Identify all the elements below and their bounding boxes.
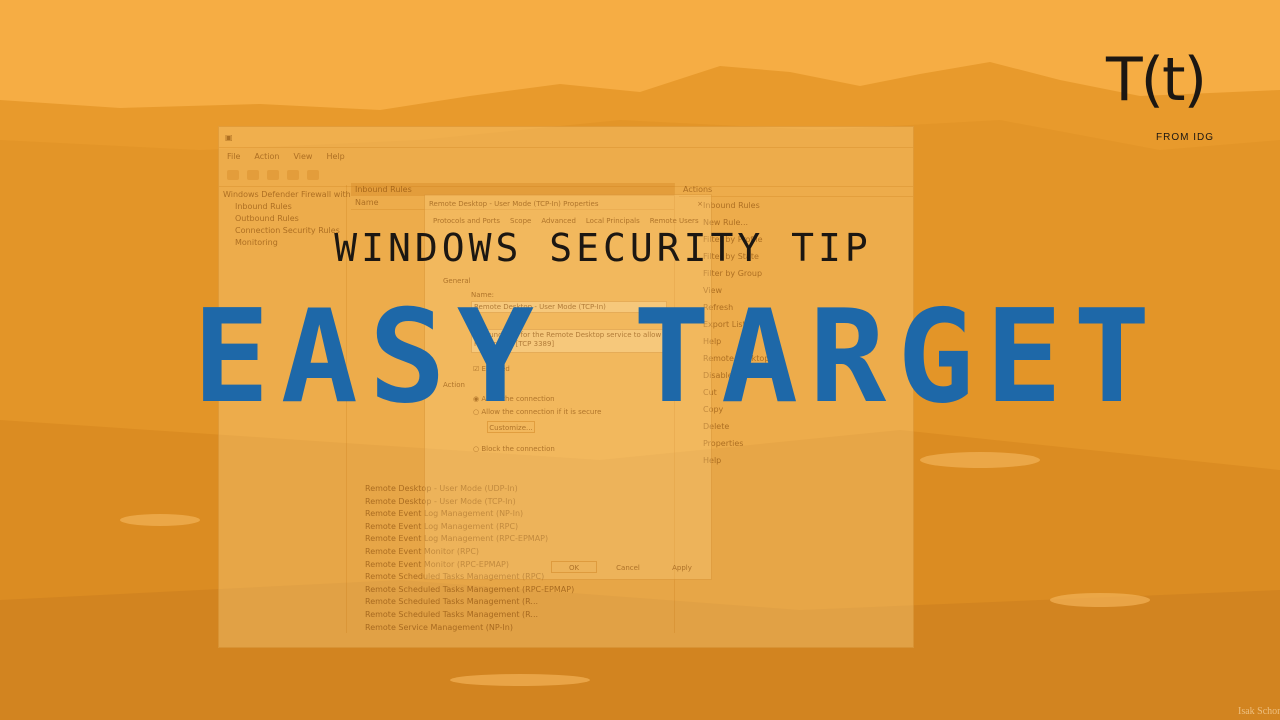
action-item[interactable]: Properties: [679, 435, 913, 452]
window-app-icon: ▣: [225, 132, 233, 142]
help-icon[interactable]: [307, 170, 319, 180]
table-row[interactable]: Remote Scheduled Tasks Management (R...: [351, 609, 674, 622]
forward-icon[interactable]: [247, 170, 259, 180]
window-titlebar: ▣: [219, 127, 913, 148]
action-item[interactable]: Inbound Rules: [679, 197, 913, 214]
tree-inbound-rules[interactable]: Inbound Rules: [223, 201, 342, 213]
block-radio[interactable]: ○ Block the connection: [473, 445, 555, 453]
ok-button[interactable]: OK: [551, 561, 597, 573]
tree-root[interactable]: Windows Defender Firewall with: [223, 189, 351, 201]
close-icon[interactable]: ×: [697, 195, 703, 213]
apply-button[interactable]: Apply: [659, 561, 705, 573]
tab-remote-users[interactable]: Remote Users: [650, 217, 699, 225]
table-row[interactable]: Remote Scheduled Tasks Management (RPC-E…: [351, 584, 674, 597]
brand-logo: T(t) FROM IDG: [1106, 50, 1226, 150]
table-row[interactable]: Remote Service Management (NP-In): [351, 622, 674, 635]
cancel-button[interactable]: Cancel: [605, 561, 651, 573]
logo-mark: T(t): [1106, 45, 1207, 115]
tab-scope[interactable]: Scope: [510, 217, 531, 225]
dialog-titlebar: Remote Desktop - User Mode (TCP-In) Prop…: [425, 195, 711, 213]
up-icon[interactable]: [267, 170, 279, 180]
tab-local-principals[interactable]: Local Principals: [586, 217, 640, 225]
headline-title: EASY TARGET: [192, 283, 1162, 432]
tab-advanced[interactable]: Advanced: [541, 217, 576, 225]
back-icon[interactable]: [227, 170, 239, 180]
tab-protocols-ports[interactable]: Protocols and Ports: [433, 217, 500, 225]
window-menubar: File Action View Help: [219, 148, 913, 164]
menu-view[interactable]: View: [293, 152, 312, 161]
table-row[interactable]: Remote Scheduled Tasks Management (R...: [351, 596, 674, 609]
actions-header: Actions: [679, 183, 913, 197]
action-item[interactable]: Help: [679, 452, 913, 469]
block-label: Block the connection: [481, 445, 555, 453]
menu-file[interactable]: File: [227, 152, 240, 161]
menu-action[interactable]: Action: [254, 152, 279, 161]
kicker-title: WINDOWS SECURITY TIP: [334, 226, 872, 270]
logo-tagline: FROM IDG: [1156, 132, 1214, 143]
photo-credit: Isak Schorn: [1238, 706, 1280, 717]
menu-help[interactable]: Help: [326, 152, 344, 161]
tree-outbound-rules[interactable]: Outbound Rules: [223, 213, 342, 225]
properties-icon[interactable]: [287, 170, 299, 180]
dialog-title: Remote Desktop - User Mode (TCP-In) Prop…: [429, 200, 599, 208]
